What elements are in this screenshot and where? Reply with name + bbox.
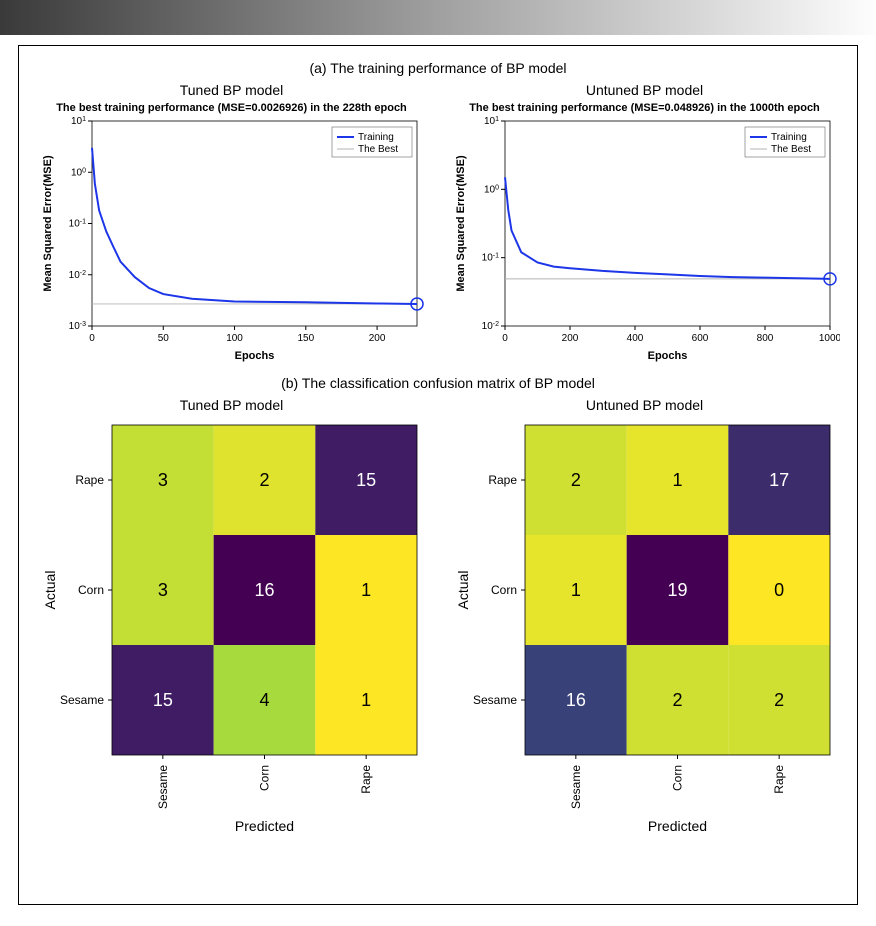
- svg-text:101: 101: [70, 116, 85, 127]
- svg-text:3: 3: [157, 470, 167, 490]
- svg-text:Sesame: Sesame: [59, 693, 103, 707]
- line-chart-tuned: The best training performance (MSE=0.002…: [37, 100, 427, 371]
- svg-text:Rape: Rape: [75, 473, 104, 487]
- svg-text:The Best: The Best: [771, 144, 811, 155]
- line-chart-untuned: The best training performance (MSE=0.048…: [450, 100, 840, 371]
- subtitle-a-right: Untuned BP model: [438, 82, 851, 98]
- subtitle-a-left: Tuned BP model: [25, 82, 438, 98]
- svg-text:Corn: Corn: [490, 583, 516, 597]
- svg-text:800: 800: [756, 333, 773, 344]
- figure-frame: (a) The training performance of BP model…: [18, 45, 858, 905]
- svg-text:Sesame: Sesame: [472, 693, 516, 707]
- svg-text:200: 200: [368, 333, 385, 344]
- subtitle-b-left: Tuned BP model: [25, 397, 438, 413]
- svg-text:4: 4: [259, 690, 269, 710]
- svg-text:17: 17: [769, 470, 789, 490]
- svg-text:Corn: Corn: [77, 583, 103, 597]
- svg-text:Rape: Rape: [488, 473, 517, 487]
- svg-text:10-3: 10-3: [68, 321, 85, 333]
- svg-text:600: 600: [691, 333, 708, 344]
- svg-text:Epochs: Epochs: [647, 350, 687, 362]
- svg-text:100: 100: [226, 333, 243, 344]
- svg-text:2: 2: [774, 690, 784, 710]
- svg-text:Sesame: Sesame: [155, 765, 169, 809]
- svg-text:19: 19: [667, 580, 687, 600]
- svg-text:Predicted: Predicted: [234, 818, 293, 834]
- svg-text:2: 2: [570, 470, 580, 490]
- svg-text:10-1: 10-1: [68, 218, 85, 230]
- svg-text:Actual: Actual: [455, 571, 471, 610]
- plot-title-untuned: The best training performance (MSE=0.048…: [450, 102, 840, 114]
- svg-text:1000: 1000: [818, 333, 839, 344]
- svg-text:Mean Squared Error(MSE): Mean Squared Error(MSE): [42, 155, 54, 292]
- svg-text:16: 16: [565, 690, 585, 710]
- svg-text:Rape: Rape: [359, 765, 373, 794]
- svg-text:0: 0: [774, 580, 784, 600]
- svg-text:0: 0: [502, 333, 508, 344]
- svg-text:Sesame: Sesame: [568, 765, 582, 809]
- svg-text:1: 1: [672, 470, 682, 490]
- svg-text:100: 100: [70, 167, 85, 179]
- svg-text:1: 1: [361, 690, 371, 710]
- confusion-matrix-tuned: 3 2 15 3 16 1 15 4 1 Rape Corn Sesame Sesame Corn Rape…: [37, 415, 427, 845]
- svg-text:Actual: Actual: [42, 571, 58, 610]
- svg-text:Corn: Corn: [257, 765, 271, 791]
- svg-text:Predicted: Predicted: [647, 818, 706, 834]
- svg-text:Rape: Rape: [772, 765, 786, 794]
- svg-text:1: 1: [570, 580, 580, 600]
- svg-text:200: 200: [561, 333, 578, 344]
- svg-text:2: 2: [672, 690, 682, 710]
- svg-text:16: 16: [254, 580, 274, 600]
- svg-text:10-1: 10-1: [481, 252, 498, 264]
- svg-text:Mean Squared Error(MSE): Mean Squared Error(MSE): [455, 155, 467, 292]
- svg-text:Corn: Corn: [670, 765, 684, 791]
- svg-text:10-2: 10-2: [68, 269, 85, 281]
- top-gradient-bar: [0, 0, 876, 35]
- confusion-matrix-untuned: 2 1 17 1 19 0 16 2 2 Rape Corn Sesame Sesame Corn Rape…: [450, 415, 840, 845]
- svg-text:15: 15: [356, 470, 376, 490]
- svg-text:0: 0: [89, 333, 95, 344]
- svg-text:400: 400: [626, 333, 643, 344]
- svg-text:1: 1: [361, 580, 371, 600]
- svg-text:The Best: The Best: [358, 144, 398, 155]
- svg-text:100: 100: [483, 184, 498, 196]
- svg-text:50: 50: [157, 333, 169, 344]
- svg-text:2: 2: [259, 470, 269, 490]
- svg-text:Training: Training: [358, 132, 394, 143]
- svg-text:150: 150: [297, 333, 314, 344]
- section-b-title: (b) The classification confusion matrix …: [25, 375, 851, 391]
- svg-text:10-2: 10-2: [481, 321, 498, 333]
- section-a-title: (a) The training performance of BP model: [25, 60, 851, 76]
- svg-text:15: 15: [152, 690, 172, 710]
- svg-text:101: 101: [483, 116, 498, 127]
- svg-text:Training: Training: [771, 132, 807, 143]
- subtitle-b-right: Untuned BP model: [438, 397, 851, 413]
- plot-title-tuned: The best training performance (MSE=0.002…: [37, 102, 427, 114]
- svg-text:3: 3: [157, 580, 167, 600]
- svg-text:Epochs: Epochs: [234, 350, 274, 362]
